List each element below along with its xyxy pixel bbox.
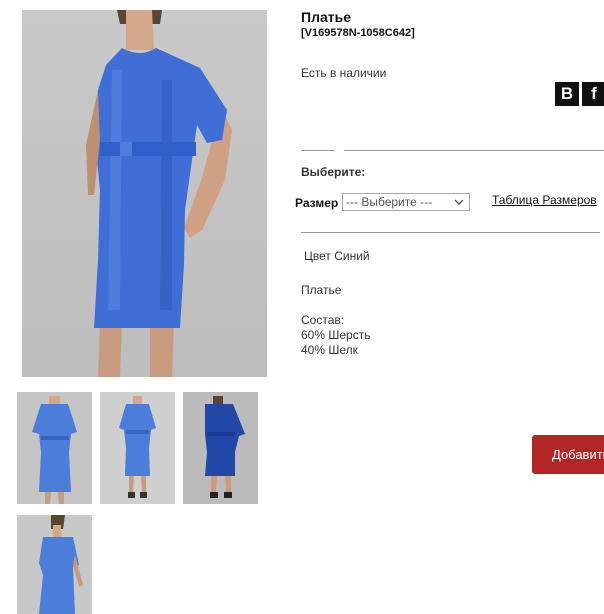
product-thumbnail[interactable] xyxy=(100,392,175,504)
composition-label: Состав: xyxy=(301,313,345,327)
divider xyxy=(344,150,604,151)
divider xyxy=(301,150,335,151)
chevron-down-icon xyxy=(454,199,464,205)
composition-item: 60% Шерсть xyxy=(301,328,371,342)
size-table-link[interactable]: Таблица Размеров xyxy=(492,193,597,207)
size-select[interactable]: --- Выберите --- xyxy=(342,193,470,211)
size-label: Размер xyxy=(295,196,339,210)
dress-thumb-illustration xyxy=(119,396,156,498)
size-select-value: --- Выберите --- xyxy=(346,195,433,209)
stock-status: Есть в наличии xyxy=(301,66,387,80)
add-to-cart-button[interactable]: Добавить xyxy=(532,435,604,474)
product-description: Платье xyxy=(301,283,342,297)
dress-thumb-illustration xyxy=(205,396,245,498)
product-thumbnail[interactable] xyxy=(17,392,92,504)
dress-thumb-illustration xyxy=(39,515,83,614)
product-title: Платье xyxy=(301,9,351,25)
dress-photo-illustration xyxy=(86,10,232,377)
vk-share-icon[interactable]: B xyxy=(555,82,579,106)
divider xyxy=(301,232,600,233)
product-thumbnail[interactable] xyxy=(183,392,258,504)
dress-thumb-illustration xyxy=(32,396,77,504)
options-heading: Выберите: xyxy=(301,165,366,179)
product-sku: [V169578N-1058C642] xyxy=(301,27,415,39)
facebook-share-icon[interactable]: f xyxy=(582,82,604,106)
product-color: Цвет Синий xyxy=(304,249,370,263)
product-main-photo[interactable] xyxy=(22,10,267,377)
composition-item: 40% Шелк xyxy=(301,343,358,357)
product-thumbnail[interactable] xyxy=(17,515,92,614)
